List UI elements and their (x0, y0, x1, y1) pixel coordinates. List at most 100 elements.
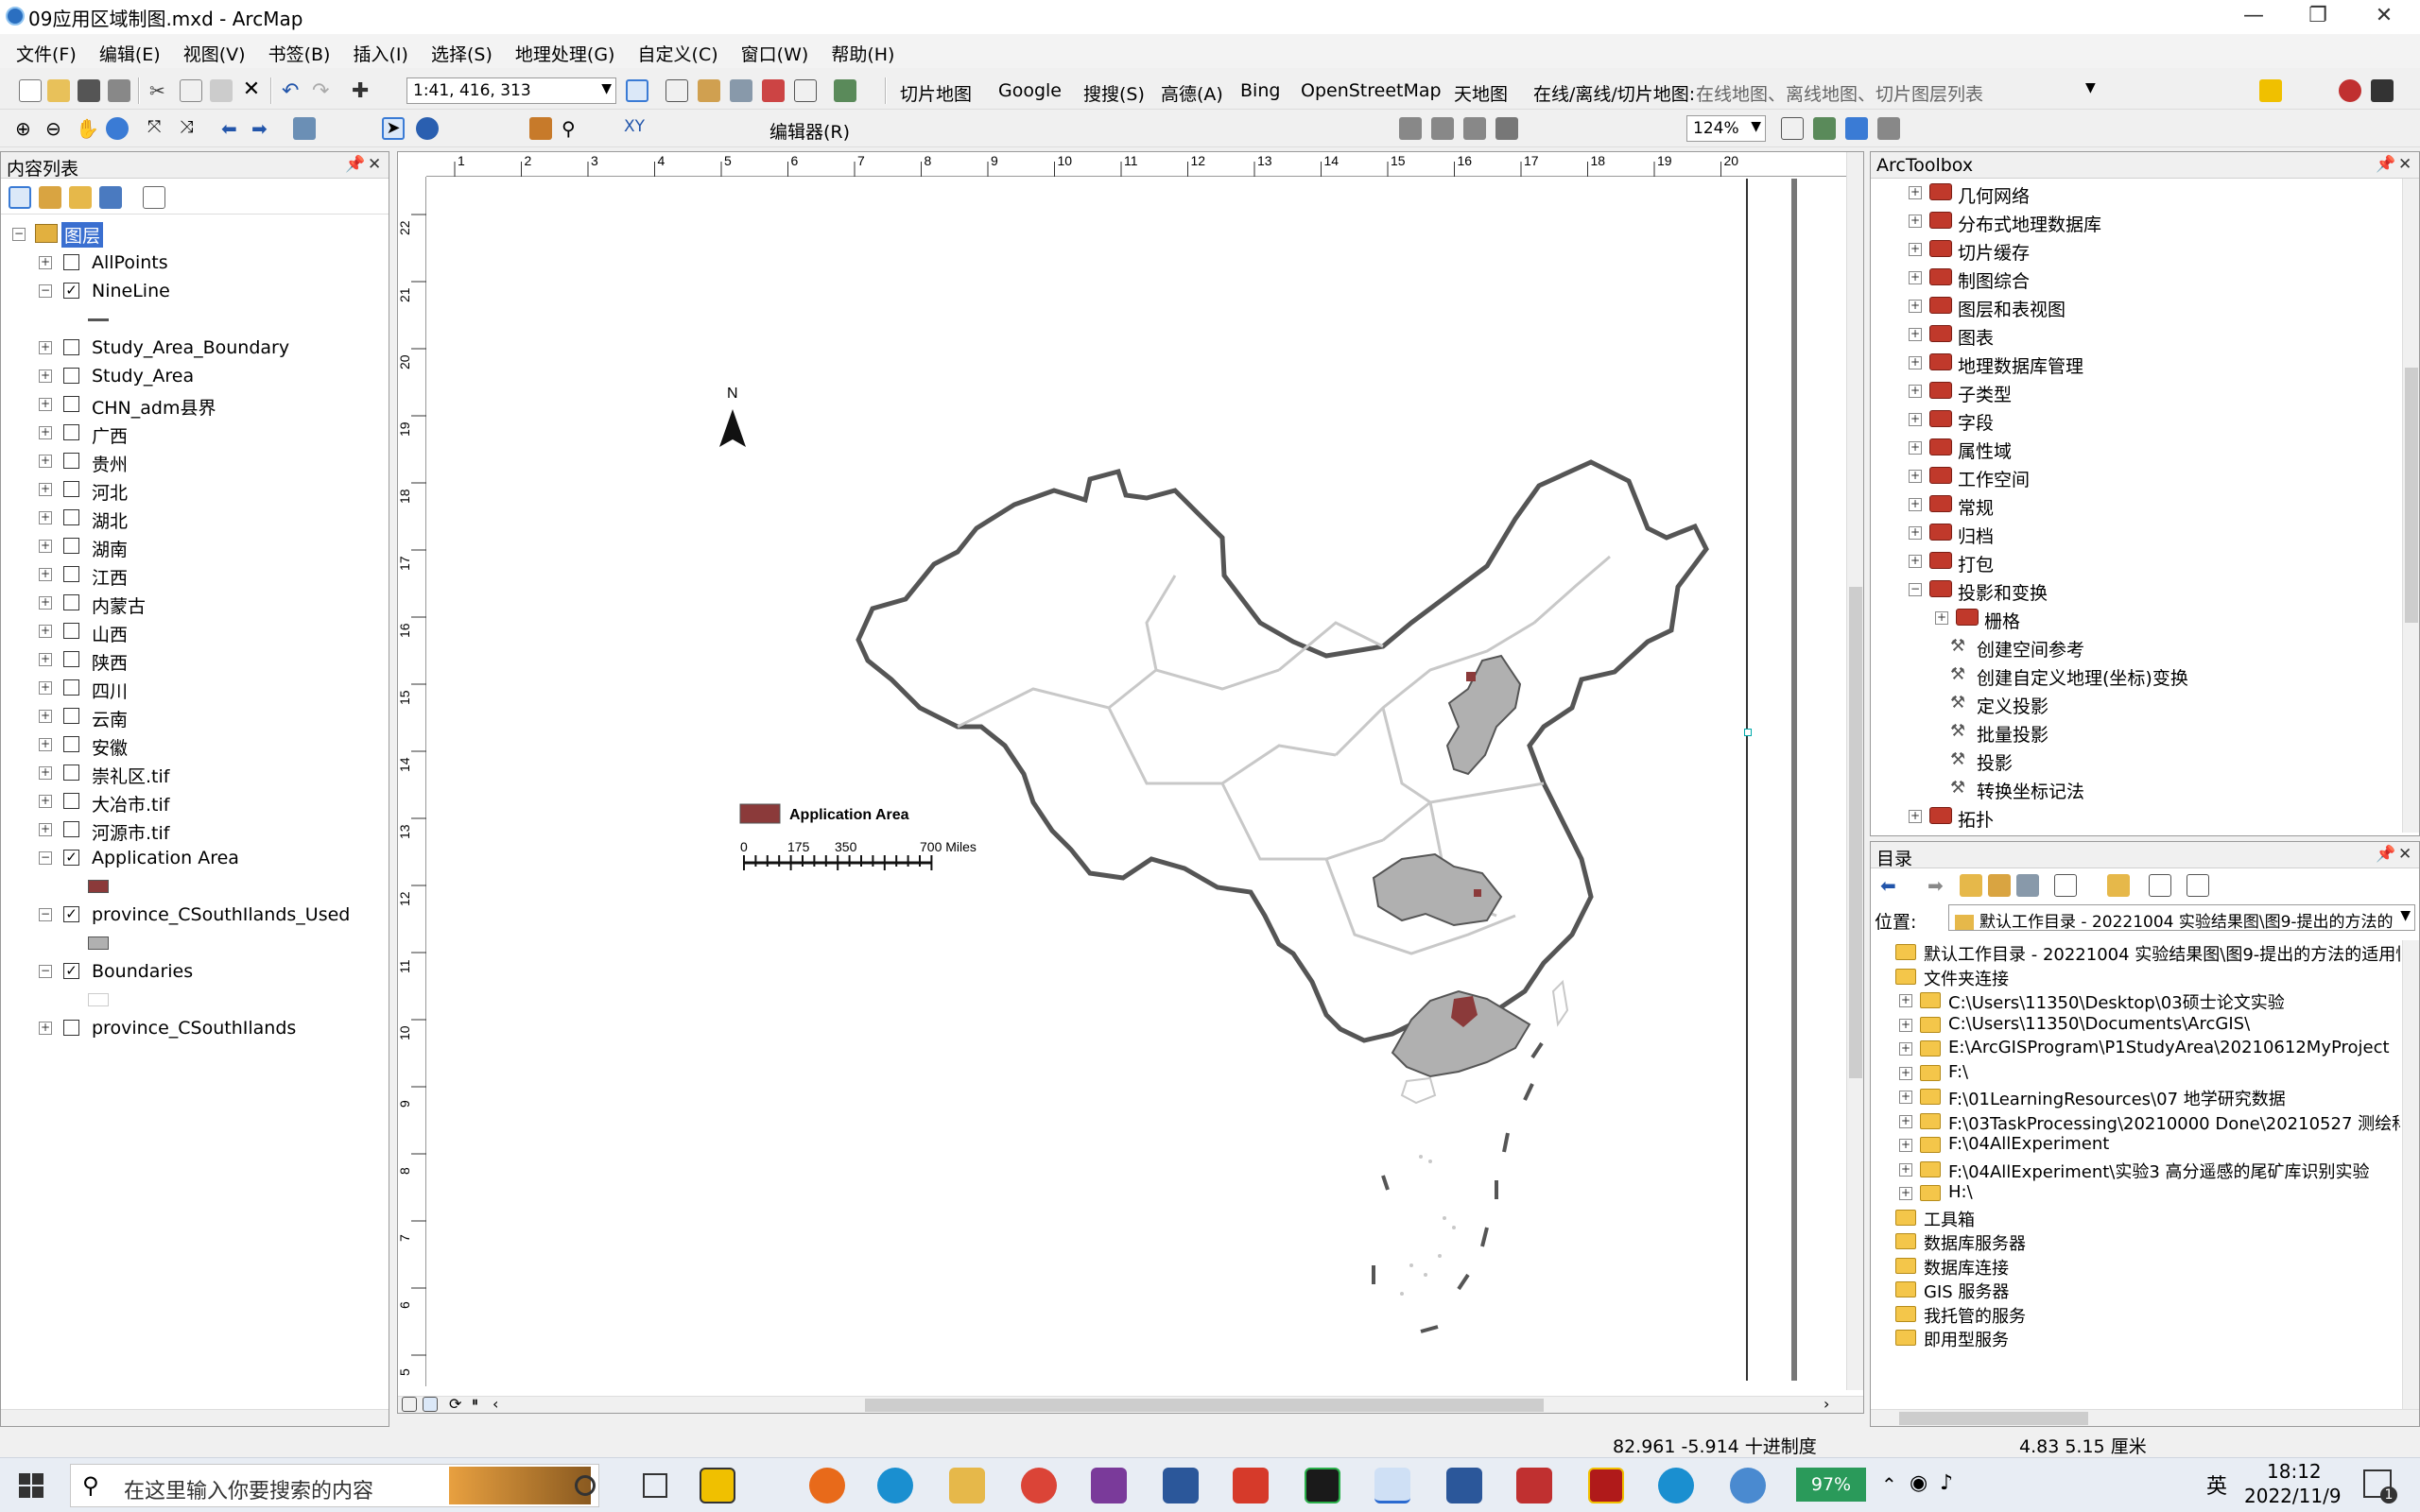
list-by-visibility-icon[interactable] (69, 186, 92, 209)
catalog-close-icon[interactable]: ✕ (2398, 845, 2411, 864)
selection-handle[interactable] (1744, 729, 1752, 736)
north-arrow[interactable]: N (719, 386, 746, 447)
gaode-dropdown[interactable]: 高德(A) (1161, 80, 1223, 106)
map-data-frame[interactable]: N Application Area 0 175 350 700 Miles (428, 179, 1742, 1381)
windows-start-icon[interactable] (19, 1473, 43, 1498)
expand-icon[interactable]: + (1909, 413, 1922, 426)
close-button[interactable]: ✕ (2354, 0, 2414, 34)
map-scale-combo[interactable]: 1:41, 416, 313 ▼ (406, 77, 616, 104)
menu-geoprocessing[interactable]: 地理处理(G) (507, 34, 624, 66)
expand-icon[interactable]: + (1899, 1187, 1912, 1200)
menu-insert[interactable]: 插入(I) (345, 34, 417, 66)
zotero-icon[interactable] (1516, 1468, 1552, 1503)
zoom-out-icon[interactable]: ⊖ (45, 117, 68, 140)
layer-visibility-checkbox[interactable] (63, 679, 79, 696)
layout-zoom-combo[interactable]: 124% ▼ (1686, 115, 1766, 142)
expand-icon[interactable]: + (39, 710, 52, 723)
layer-visibility-checkbox[interactable] (63, 538, 79, 554)
layer-visibility-checkbox[interactable]: ✓ (63, 963, 79, 979)
visio-icon[interactable] (1446, 1468, 1482, 1503)
layer-visibility-checkbox[interactable]: ✓ (63, 906, 79, 922)
zoom-whole-page-icon[interactable] (1495, 117, 1518, 140)
expand-icon[interactable]: + (1909, 215, 1922, 228)
redo-icon[interactable]: ↷ (312, 79, 335, 103)
arcmap-taskbar-icon[interactable] (1374, 1468, 1410, 1503)
catalog-up-icon[interactable] (1960, 874, 1982, 897)
identify-icon[interactable] (416, 117, 439, 140)
edge-icon[interactable] (877, 1468, 913, 1503)
layer-visibility-checkbox[interactable] (63, 396, 79, 412)
list-by-source-icon[interactable] (39, 186, 61, 209)
layout-zoom-out-icon[interactable] (1431, 117, 1454, 140)
expand-icon[interactable]: + (39, 455, 52, 468)
layer-visibility-checkbox[interactable] (63, 481, 79, 497)
layer-visibility-checkbox[interactable] (63, 254, 79, 270)
collapse-icon[interactable]: − (12, 228, 26, 241)
expand-icon[interactable]: + (1909, 243, 1922, 256)
arctoolbox-scrollbar[interactable] (2402, 179, 2419, 833)
expand-icon[interactable]: + (39, 653, 52, 666)
expand-icon[interactable]: + (1909, 356, 1922, 369)
layout-pan-icon[interactable] (1463, 117, 1486, 140)
expand-icon[interactable]: + (39, 341, 52, 354)
expand-icon[interactable]: + (39, 256, 52, 269)
catalog-back-icon[interactable]: ⬅ (1880, 874, 1903, 897)
task-view-icon[interactable] (643, 1473, 667, 1498)
layer-visibility-checkbox[interactable]: ✓ (63, 850, 79, 866)
fixed-zoom-in-icon[interactable]: ⤧ (147, 117, 170, 140)
expand-icon[interactable]: + (39, 1022, 52, 1035)
taskbar-search-box[interactable]: ⚲ 在这里输入你要搜索的内容 (70, 1464, 599, 1507)
wps-icon[interactable] (1233, 1468, 1269, 1503)
editor-toolbar-icon[interactable] (626, 79, 648, 102)
go-to-xy-icon[interactable]: XY (624, 117, 647, 140)
arctoolbox-window-icon[interactable] (762, 79, 785, 102)
search-tool-icon[interactable] (2259, 79, 2282, 102)
file-explorer-icon[interactable] (949, 1468, 985, 1503)
arctoolbox-close-icon[interactable]: ✕ (2398, 155, 2411, 174)
collapse-icon[interactable]: − (1909, 583, 1922, 596)
list-by-drawing-order-icon[interactable] (9, 186, 31, 209)
expand-icon[interactable]: + (39, 398, 52, 411)
expand-icon[interactable]: + (39, 823, 52, 836)
notification-icon[interactable]: 1 (2363, 1469, 2397, 1503)
word-icon[interactable] (1163, 1468, 1199, 1503)
layout-zoom-in-icon[interactable] (1399, 117, 1422, 140)
print-icon[interactable] (108, 79, 130, 102)
layer-visibility-checkbox[interactable] (63, 424, 79, 440)
layer-visibility-checkbox[interactable] (63, 509, 79, 525)
arctoolbox-scroll-thumb[interactable] (2405, 368, 2418, 623)
menu-selection[interactable]: 选择(S) (423, 34, 501, 66)
add-data-icon[interactable]: ✚ (352, 79, 374, 103)
expand-icon[interactable]: + (39, 795, 52, 808)
toc-options-icon[interactable] (143, 186, 165, 209)
expand-icon[interactable]: + (1899, 1114, 1912, 1128)
expand-icon[interactable]: + (1909, 300, 1922, 313)
expand-icon[interactable]: + (39, 540, 52, 553)
layer-visibility-checkbox[interactable] (63, 1020, 79, 1036)
catalog-views-icon[interactable] (2054, 874, 2077, 897)
map-legend[interactable]: Application Area (739, 803, 909, 824)
catalog-home-icon[interactable] (1988, 874, 2011, 897)
expand-icon[interactable]: + (1899, 1066, 1912, 1080)
collapse-icon[interactable]: − (39, 851, 52, 865)
onenote-icon[interactable] (1091, 1468, 1127, 1503)
expand-icon[interactable]: + (1935, 611, 1948, 625)
battery-indicator[interactable]: 97% (1796, 1468, 1866, 1502)
chrome-alt-icon[interactable] (1730, 1468, 1766, 1503)
layer-visibility-checkbox[interactable] (63, 736, 79, 752)
measure-icon[interactable] (529, 117, 552, 140)
online-map-layer-list[interactable]: 在线地图、离线地图、切片图层列表 (1696, 80, 1983, 106)
expand-icon[interactable]: + (39, 568, 52, 581)
expand-icon[interactable]: + (1909, 328, 1922, 341)
maximize-button[interactable]: ❐ (2288, 0, 2348, 34)
zoom-in-icon[interactable]: ⊕ (15, 117, 38, 140)
model-builder-icon[interactable] (834, 79, 856, 102)
pause-drawing-icon[interactable]: ⏸ (472, 1395, 494, 1418)
expand-icon[interactable]: + (1899, 994, 1912, 1007)
layout-vertical-scrollbar[interactable] (1846, 152, 1863, 1390)
expand-icon[interactable]: + (39, 738, 52, 751)
arctoolbox-pin-icon[interactable]: 📌 (2376, 155, 2395, 174)
google-dropdown[interactable]: Google (998, 80, 1062, 101)
expand-icon[interactable]: + (1899, 1042, 1912, 1056)
catalog-tree-icon[interactable] (2149, 874, 2171, 897)
